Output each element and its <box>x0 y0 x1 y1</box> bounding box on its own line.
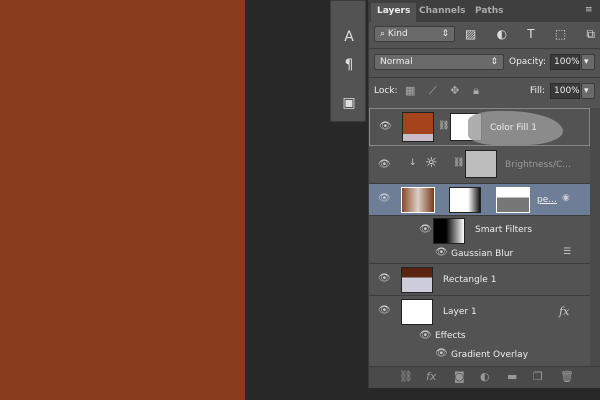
visibility-eye-icon[interactable]: 👁︎ <box>435 348 448 359</box>
filter-mask-thumbnail[interactable] <box>449 187 481 213</box>
new-layer-icon[interactable]: ❐ <box>533 370 543 383</box>
folder-panel-icon[interactable]: ▣ <box>338 95 360 115</box>
layer-name[interactable]: Rectangle 1 <box>443 275 496 285</box>
layers-panel: Layers Channels Paths ≡ ⌕ Kind ⇕ ▨ ◐ T ⬚ … <box>368 0 600 388</box>
visibility-eye-icon[interactable]: 👁︎ <box>435 247 448 258</box>
smart-object-thumbnail[interactable] <box>401 187 435 213</box>
layer-name[interactable]: pe... <box>537 195 557 205</box>
effects-label: Effects <box>435 331 466 341</box>
visibility-eye-icon[interactable]: 👁︎ <box>419 224 432 235</box>
layer-name[interactable]: Layer 1 <box>443 307 477 317</box>
type-filter-icon[interactable]: T <box>527 27 534 42</box>
lock-position-icon[interactable]: ✥ <box>450 84 459 98</box>
layer-row-color-fill[interactable]: 👁︎ ⛓ Color Fill 1 <box>369 108 590 146</box>
filter-row-gaussian-blur[interactable]: 👁︎ Gaussian Blur ☰ <box>369 244 590 264</box>
layer-name[interactable]: Brightness/C... <box>505 160 571 170</box>
visibility-eye-icon[interactable]: 👁︎ <box>379 121 392 132</box>
smart-filter-mask-thumbnail[interactable] <box>433 218 465 244</box>
adjustment-filter-icon[interactable]: ◐ <box>497 27 507 42</box>
layer-row-rectangle[interactable]: 👁︎ Rectangle 1 <box>369 264 590 296</box>
shape-thumbnail[interactable] <box>401 267 433 293</box>
effects-row[interactable]: 👁︎ Effects <box>369 328 590 345</box>
layer-mask-thumbnail[interactable] <box>465 150 497 178</box>
fill-input[interactable]: 100% <box>550 83 580 99</box>
layer-row-smart-object[interactable]: 👁︎ pe... ◉ <box>369 184 590 216</box>
vector-mask-thumbnail[interactable] <box>496 187 530 213</box>
smart-filters-label: Smart Filters <box>475 225 533 235</box>
panel-tabs: Layers Channels Paths ≡ <box>369 0 600 22</box>
smart-filters-row[interactable]: 👁︎ Smart Filters <box>369 216 590 244</box>
opacity-label: Opacity: <box>509 57 546 67</box>
document-canvas[interactable] <box>0 0 245 400</box>
visibility-eye-icon[interactable]: 👁︎ <box>378 159 391 170</box>
filter-kind-label: Kind <box>387 29 408 39</box>
smart-filter-indicator-icon[interactable]: ◉ <box>562 193 570 203</box>
tab-channels[interactable]: Channels <box>413 3 471 22</box>
smart-object-filter-icon[interactable]: ⧉ <box>586 27 595 42</box>
visibility-eye-icon[interactable]: 👁︎ <box>378 305 391 316</box>
blend-mode-label: Normal <box>380 57 413 67</box>
lock-label: Lock: <box>374 86 398 96</box>
visibility-eye-icon[interactable]: 👁︎ <box>378 273 391 284</box>
layers-bottom-toolbar: ⛓ fx ◙ ◐ ▬ ❐ 🗑︎ <box>369 366 600 388</box>
layer-row-brightness-contrast[interactable]: 👁︎ ↓ ☼ ⛓ Brightness/C... <box>369 146 590 184</box>
pixel-filter-icon[interactable]: ▨ <box>465 27 476 42</box>
blend-mode-select[interactable]: Normal ⇕ <box>374 54 504 70</box>
layers-scrollbar[interactable] <box>590 108 600 366</box>
add-layer-style-icon[interactable]: fx <box>426 370 436 383</box>
fill-dropdown[interactable]: ▾ <box>581 83 595 99</box>
paragraph-panel-icon[interactable]: ¶ <box>338 57 360 77</box>
blending-options-icon[interactable]: ☰ <box>563 247 571 257</box>
layer-row-layer-1[interactable]: 👁︎ Layer 1 fx <box>369 296 590 328</box>
filter-name: Gaussian Blur <box>451 249 514 259</box>
lock-image-icon[interactable]: ⟋ <box>429 84 437 98</box>
filter-kind-select[interactable]: ⌕ Kind ⇕ <box>374 26 455 42</box>
new-adjustment-layer-icon[interactable]: ◐ <box>480 370 490 383</box>
opacity-dropdown[interactable]: ▾ <box>581 54 595 70</box>
opacity-input[interactable]: 100% <box>550 54 580 70</box>
effect-row-gradient-overlay[interactable]: 👁︎ Gradient Overlay <box>369 345 590 366</box>
panel-menu-icon[interactable]: ≡ <box>585 5 593 15</box>
link-layers-icon[interactable]: ⛓ <box>399 370 413 383</box>
layer-name[interactable]: Color Fill 1 <box>490 123 537 133</box>
tool-strip: A ¶ ▣ <box>330 0 366 122</box>
tab-paths[interactable]: Paths <box>469 3 510 22</box>
visibility-eye-icon[interactable]: 👁︎ <box>419 330 432 341</box>
link-icon[interactable]: ⛓ <box>453 158 464 168</box>
effect-name: Gradient Overlay <box>451 350 529 360</box>
fill-label: Fill: <box>530 86 546 96</box>
layer-thumbnail[interactable] <box>401 299 433 325</box>
delete-layer-icon[interactable]: 🗑︎ <box>560 370 574 383</box>
fx-icon[interactable]: fx <box>559 305 569 318</box>
link-icon[interactable]: ⛓ <box>438 121 449 131</box>
new-group-icon[interactable]: ▬ <box>507 370 517 383</box>
clipping-arrow-icon: ↓ <box>409 158 417 168</box>
shape-filter-icon[interactable]: ⬚ <box>555 27 566 42</box>
fill-color-thumbnail[interactable] <box>402 112 434 142</box>
lock-all-icon[interactable]: 🔒︎ <box>473 84 479 98</box>
add-mask-icon[interactable]: ◙ <box>454 370 465 383</box>
tab-layers[interactable]: Layers <box>371 3 417 22</box>
visibility-eye-icon[interactable]: 👁︎ <box>378 193 391 204</box>
brightness-adjustment-icon[interactable]: ☼ <box>425 155 438 171</box>
lock-transparent-icon[interactable]: ▦ <box>405 84 415 98</box>
character-panel-icon[interactable]: A <box>338 29 360 49</box>
